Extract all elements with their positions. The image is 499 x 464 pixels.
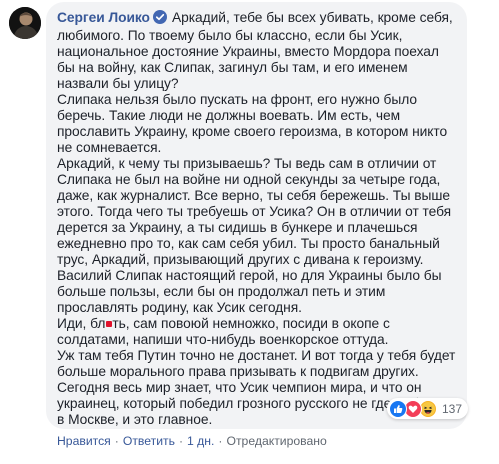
reaction-count: 137 [442, 401, 463, 416]
reactions-summary[interactable]: 137 [387, 398, 469, 419]
comment-actions: Нравится · Ответить · 1 дн. · Отредактировано [57, 434, 327, 448]
like-link[interactable]: Нравится [57, 434, 111, 448]
timestamp-link[interactable]: 1 дн. [187, 434, 214, 448]
reply-link[interactable]: Ответить [123, 434, 175, 448]
separator: · [114, 434, 119, 448]
separator: · [178, 434, 184, 448]
author-name[interactable]: Сергеи Лоико [57, 10, 150, 25]
censor-dot-icon [105, 321, 112, 327]
comment-paragraph-2: Слипака нельзя было пускать на фронт, ег… [57, 92, 448, 155]
paragraph-4-start: Иди, бл [57, 316, 106, 331]
comment-paragraph-5: Уж там тебя Путин точно не достанет. И в… [57, 348, 456, 379]
comment-paragraph-3: Аркадий, к чему ты призываешь? Ты ведь с… [57, 156, 452, 315]
verified-badge-icon [152, 10, 167, 28]
avatar[interactable] [9, 7, 41, 39]
edited-label[interactable]: Отредактировано [226, 434, 326, 448]
comment-bubble: Сергеи Лоико Аркадий, тебе бы всех убиват… [46, 2, 467, 429]
comment-paragraph-4: Иди, бл ть, сам повоюй немножко, посиди в… [57, 316, 459, 348]
separator: · [218, 434, 223, 448]
comment-text: Сергеи Лоико Аркадий, тебе бы всех убиват… [57, 10, 459, 428]
like-icon [389, 399, 407, 418]
